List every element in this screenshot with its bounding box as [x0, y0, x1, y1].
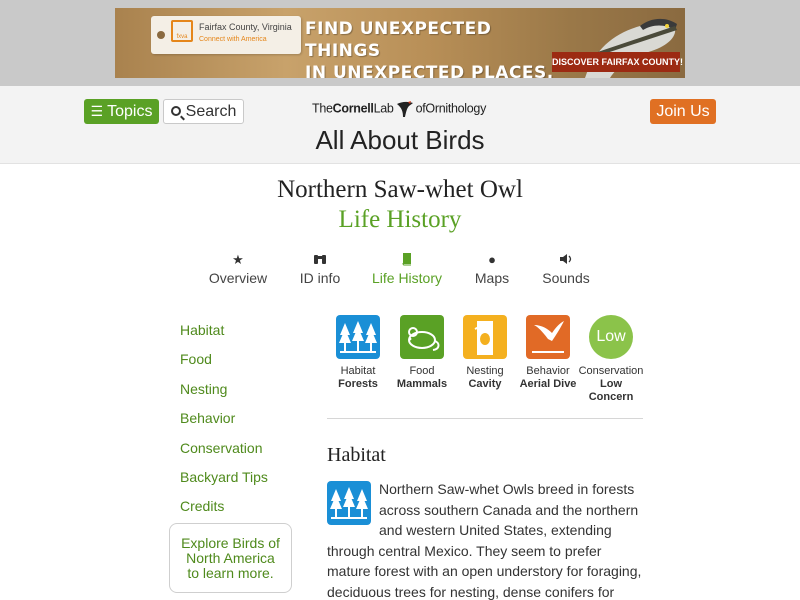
cornell-lab-logo[interactable]: TheCornellLab ofOrnithology — [312, 100, 488, 122]
sidebar-link-nesting[interactable]: Nesting — [180, 381, 227, 397]
card-food-category: Food — [409, 365, 435, 377]
tab-id-info[interactable]: ID info — [296, 252, 344, 286]
logo-cornell: Cornell — [332, 101, 374, 116]
section-title: Life History — [338, 206, 462, 233]
habitat-text-block: Northern Saw-whet Owls breed in forests … — [327, 479, 647, 600]
explore-line-2: North America — [186, 550, 275, 566]
topics-label: Topics — [107, 103, 153, 120]
tab-overview[interactable]: ★ Overview — [206, 252, 270, 286]
sidebar-link-behavior[interactable]: Behavior — [180, 410, 235, 426]
card-conservation-value-1: Low — [600, 378, 622, 390]
explore-birds-button[interactable]: Explore Birds of North America to learn … — [169, 523, 292, 593]
search-label: Search — [185, 103, 237, 120]
globe-icon: ● — [488, 252, 496, 267]
card-habitat[interactable]: Habitat Forests — [325, 315, 391, 391]
tab-overview-label: Overview — [208, 270, 268, 286]
explore-line-3: to learn more. — [187, 565, 274, 581]
explore-line-1: Explore Birds of — [181, 535, 280, 551]
ad-tag-subtitle: Connect with America — [199, 36, 267, 43]
fairfax-logo-icon: fxva — [171, 20, 193, 42]
cornell-bird-icon — [396, 101, 413, 117]
logo-of: of — [415, 101, 426, 116]
card-conservation[interactable]: Low Conservation Low Concern — [578, 315, 644, 404]
card-behavior-value: Aerial Dive — [519, 378, 577, 390]
ad-cta-button[interactable]: DISCOVER FAIRFAX COUNTY! — [552, 52, 683, 72]
card-behavior-category: Behavior — [526, 365, 570, 377]
topics-button[interactable]: ☰ Topics — [84, 99, 159, 124]
habitat-heading: Habitat — [327, 444, 386, 466]
tab-sounds[interactable]: Sounds — [540, 252, 592, 286]
tag-hole — [157, 31, 165, 39]
tab-maps-label: Maps — [474, 270, 510, 286]
ad-headline: FIND UNEXPECTED THINGS IN UNEXPECTED PLA… — [305, 18, 555, 78]
sidebar-link-conservation[interactable]: Conservation — [180, 440, 263, 456]
search-icon — [170, 106, 181, 116]
card-nesting-value: Cavity — [468, 378, 502, 390]
tab-sounds-label: Sounds — [542, 270, 590, 286]
menu-icon: ☰ — [90, 103, 104, 119]
tab-life-history-label: Life History — [371, 270, 443, 286]
cavity-nest-icon — [463, 315, 507, 359]
card-nesting-category: Nesting — [466, 365, 504, 377]
card-behavior[interactable]: Behavior Aerial Dive — [515, 315, 581, 391]
sidebar-link-food[interactable]: Food — [180, 351, 212, 367]
sidebar-link-credits[interactable]: Credits — [180, 498, 224, 514]
logo-the: The — [312, 101, 333, 116]
divider — [327, 418, 643, 419]
site-title[interactable]: All About Birds — [0, 125, 800, 156]
text-float-spacer — [327, 479, 379, 525]
ad-headline-line-2: IN UNEXPECTED PLACES. — [305, 63, 554, 78]
logo-ornithology: Ornithology — [425, 101, 487, 116]
sidebar-link-habitat[interactable]: Habitat — [180, 322, 224, 338]
card-nesting[interactable]: Nesting Cavity — [452, 315, 518, 391]
conservation-status-badge: Low — [589, 315, 633, 359]
mouse-icon — [400, 315, 444, 359]
tab-id-info-label: ID info — [299, 270, 341, 286]
ad-tag: fxva Fairfax County, Virginia Connect wi… — [151, 16, 301, 54]
join-us-button[interactable]: Join Us — [650, 99, 716, 124]
species-name: Northern Saw-whet Owl — [277, 176, 523, 203]
tab-life-history[interactable]: Life History — [370, 252, 444, 286]
tab-maps[interactable]: ● Maps — [472, 252, 512, 286]
card-food-value: Mammals — [396, 378, 448, 390]
forest-icon — [336, 315, 380, 359]
ad-banner[interactable]: fxva Fairfax County, Virginia Connect wi… — [115, 8, 685, 78]
ad-tag-title: Fairfax County, Virginia — [199, 22, 292, 32]
card-food[interactable]: Food Mammals — [389, 315, 455, 391]
binoculars-icon — [296, 252, 344, 268]
star-icon: ★ — [232, 252, 244, 267]
card-conservation-category: Conservation — [578, 365, 644, 377]
speaker-icon — [540, 252, 592, 268]
sidebar-link-backyard-tips[interactable]: Backyard Tips — [180, 469, 268, 485]
site-header: ☰ Topics Search TheCornellLab ofOrnitholog… — [0, 86, 800, 164]
ad-headline-line-1: FIND UNEXPECTED THINGS — [305, 19, 492, 61]
ad-band: fxva Fairfax County, Virginia Connect wi… — [0, 0, 800, 86]
book-icon — [370, 252, 444, 268]
card-conservation-value-2: Concern — [588, 391, 634, 403]
diving-bird-icon — [526, 315, 570, 359]
logo-lab: Lab — [373, 101, 394, 116]
search-button[interactable]: Search — [163, 99, 244, 124]
card-habitat-value: Forests — [338, 378, 378, 390]
card-habitat-category: Habitat — [340, 365, 376, 377]
